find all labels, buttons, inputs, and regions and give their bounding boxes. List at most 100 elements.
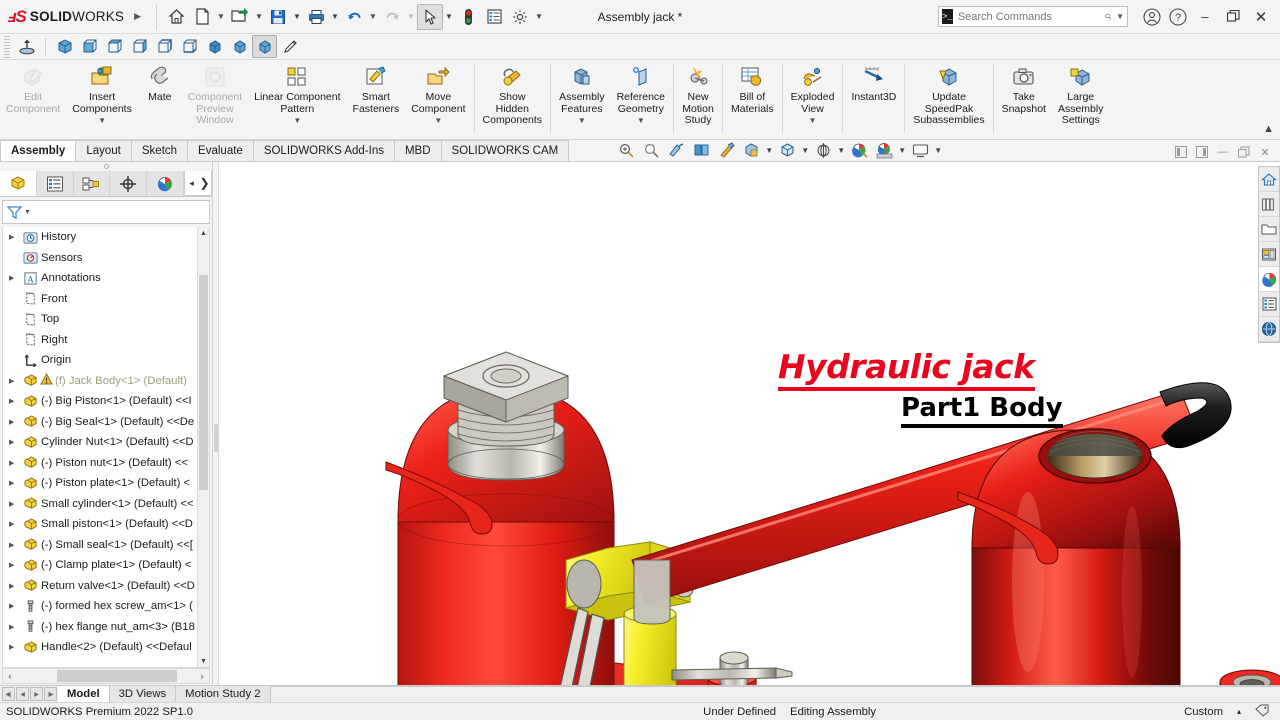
view-settings-icon[interactable] bbox=[811, 140, 835, 161]
graphics-area[interactable]: Hydraulic jack Part1 Body x y z *Dimetri… bbox=[213, 162, 1280, 685]
undo-icon[interactable] bbox=[341, 4, 367, 30]
tree-node[interactable]: ▶ Handle<2> (Default) <<Defaul bbox=[3, 637, 209, 658]
print-dropdown-caret[interactable]: ▼ bbox=[329, 4, 341, 30]
ribbon-mate-button[interactable]: Mate bbox=[138, 60, 182, 139]
tree-node[interactable]: Front bbox=[3, 289, 209, 310]
tree-node[interactable]: Sensors bbox=[3, 248, 209, 269]
tree-node[interactable]: ▶ A Annotations bbox=[3, 268, 209, 289]
appearances-scenes-icon[interactable] bbox=[1259, 267, 1279, 292]
tree-expand-arrow[interactable]: ▶ bbox=[9, 233, 21, 241]
units-label[interactable]: Custom bbox=[1184, 706, 1223, 718]
ribbon-move-component-button[interactable]: Move Component ▼ bbox=[405, 60, 471, 139]
panel-nav-next[interactable]: ❯ bbox=[198, 173, 211, 193]
tree-node[interactable]: ▶ Small piston<1> (Default) <<D bbox=[3, 514, 209, 535]
tab-sketch[interactable]: Sketch bbox=[130, 140, 189, 161]
tree-node[interactable]: ▶ History bbox=[3, 227, 209, 248]
tree-node[interactable]: ▶ (f) Jack Body<1> (Default) bbox=[3, 371, 209, 392]
tab-nav-0[interactable]: ◀| bbox=[2, 687, 15, 701]
solidworks-logo[interactable]: ⅎS SOLIDWORKS ▶ bbox=[0, 7, 150, 27]
jack-assembly-3d-model[interactable] bbox=[220, 162, 1280, 685]
ribbon-bill-of-materials-button[interactable]: Bill of Materials bbox=[725, 60, 780, 139]
tree-expand-arrow[interactable]: ▶ bbox=[9, 438, 21, 446]
zoom-to-area-icon[interactable] bbox=[639, 140, 663, 161]
shaded-cube-icon[interactable] bbox=[202, 35, 227, 58]
save-icon[interactable] bbox=[265, 4, 291, 30]
tree-node[interactable]: ▶ (-) formed hex screw_am<1> ( bbox=[3, 596, 209, 617]
dock-right-button[interactable] bbox=[1193, 143, 1211, 161]
section-view-icon[interactable] bbox=[664, 140, 688, 161]
ribbon-take-snapshot-button[interactable]: Take Snapshot bbox=[996, 60, 1052, 139]
tree-expand-arrow[interactable]: ▶ bbox=[9, 582, 21, 590]
ribbon-dropdown-caret[interactable]: ▼ bbox=[434, 116, 442, 125]
ribbon-dropdown-caret[interactable]: ▼ bbox=[578, 116, 586, 125]
home-icon[interactable] bbox=[163, 4, 189, 30]
panel-grip[interactable] bbox=[0, 162, 212, 171]
ribbon-assembly-features-button[interactable]: Assembly Features ▼ bbox=[553, 60, 611, 139]
configuration-manager-icon[interactable] bbox=[73, 171, 111, 196]
tab-mbd[interactable]: MBD bbox=[393, 140, 442, 161]
tree-expand-arrow[interactable]: ▶ bbox=[9, 459, 21, 467]
logo-expand-arrow[interactable]: ▶ bbox=[134, 11, 141, 22]
feature-tree-icon[interactable] bbox=[0, 171, 37, 196]
display-mode-cube-icon[interactable] bbox=[775, 140, 799, 161]
zoom-to-fit-icon[interactable] bbox=[614, 140, 638, 161]
top-view-icon[interactable] bbox=[102, 35, 127, 58]
tab-layout[interactable]: Layout bbox=[75, 140, 132, 161]
tree-expand-arrow[interactable]: ▶ bbox=[9, 520, 21, 528]
view-palette-icon[interactable] bbox=[1259, 242, 1279, 267]
display-mode-dropdown-caret[interactable]: ▼ bbox=[800, 140, 810, 161]
tree-node[interactable]: ▶ (-) Big Piston<1> (Default) <<I bbox=[3, 391, 209, 412]
ribbon-show-hidden-components-button[interactable]: Show Hidden Components bbox=[477, 60, 549, 139]
section-view-icon[interactable] bbox=[14, 35, 39, 58]
document-close-button[interactable]: ✕ bbox=[1256, 143, 1274, 161]
custom-properties-icon[interactable] bbox=[1259, 292, 1279, 317]
tree-expand-arrow[interactable]: ▶ bbox=[9, 541, 21, 549]
panel-nav-prev[interactable]: ◂ bbox=[185, 173, 198, 193]
3dexperience-icon[interactable] bbox=[1259, 317, 1279, 342]
tab-nav-1[interactable]: ◀ bbox=[16, 687, 29, 701]
new-document-dropdown-caret[interactable]: ▼ bbox=[215, 4, 227, 30]
ribbon-smart-fasteners-button[interactable]: Smart Fasteners bbox=[347, 60, 406, 139]
document-restore-button[interactable] bbox=[1235, 143, 1253, 161]
filter-dropdown-caret[interactable]: ▼ bbox=[24, 209, 31, 216]
ribbon-dropdown-caret[interactable]: ▼ bbox=[293, 116, 301, 125]
dimxpert-icon[interactable] bbox=[110, 171, 148, 196]
collapse-ribbon-icon[interactable]: ▲ bbox=[1263, 123, 1274, 135]
tree-expand-arrow[interactable]: ▶ bbox=[9, 397, 21, 405]
display-style-icon[interactable] bbox=[739, 140, 763, 161]
apply-scene-icon[interactable] bbox=[872, 140, 896, 161]
tree-expand-arrow[interactable]: ▶ bbox=[9, 377, 21, 385]
tab-nav-3[interactable]: |▶ bbox=[44, 687, 57, 701]
tree-node[interactable]: ▶ (-) Small seal<1> (Default) <<[ bbox=[3, 535, 209, 556]
save-dropdown-caret[interactable]: ▼ bbox=[291, 4, 303, 30]
view-orientation-icon[interactable] bbox=[689, 140, 713, 161]
tree-node[interactable]: ▶ (-) Piston plate<1> (Default) < bbox=[3, 473, 209, 494]
undo-dropdown-caret[interactable]: ▼ bbox=[367, 4, 379, 30]
tree-node[interactable]: ▶ (-) hex flange nut_am<3> (B18 bbox=[3, 617, 209, 638]
tree-scroll-thumb[interactable] bbox=[199, 275, 208, 490]
view-settings-dropdown-caret[interactable]: ▼ bbox=[836, 140, 846, 161]
ribbon-reference-geometry-button[interactable]: Reference Geometry ▼ bbox=[611, 60, 671, 139]
minimize-button[interactable]: – bbox=[1192, 4, 1218, 30]
dock-left-button[interactable] bbox=[1172, 143, 1190, 161]
isometric-view-icon[interactable] bbox=[52, 35, 77, 58]
gear-dropdown-caret[interactable]: ▼ bbox=[533, 4, 545, 30]
tree-filter-box[interactable]: ▼ bbox=[2, 200, 210, 224]
tree-node[interactable]: ▶ Small cylinder<1> (Default) << bbox=[3, 494, 209, 515]
toolbar-drag-handle[interactable] bbox=[4, 35, 10, 58]
ribbon-dropdown-caret[interactable]: ▼ bbox=[809, 116, 817, 125]
tree-scroll-up[interactable]: ▲ bbox=[198, 227, 209, 239]
tree-node[interactable]: Top bbox=[3, 309, 209, 330]
feature-tree[interactable]: ▶ History Sensors ▶ A Annotations Front Top Righ… bbox=[2, 227, 210, 668]
open-dropdown-caret[interactable]: ▼ bbox=[253, 4, 265, 30]
tab-solidworks-cam[interactable]: SOLIDWORKS CAM bbox=[440, 140, 570, 161]
user-account-icon[interactable] bbox=[1140, 5, 1164, 29]
select-dropdown-caret[interactable]: ▼ bbox=[443, 4, 455, 30]
tree-expand-arrow[interactable]: ▶ bbox=[9, 274, 21, 282]
options-list-icon[interactable] bbox=[481, 4, 507, 30]
display-manager-icon[interactable] bbox=[147, 171, 184, 196]
ribbon-linear-component-pattern-button[interactable]: Linear Component Pattern ▼ bbox=[248, 60, 346, 139]
open-folder-icon[interactable] bbox=[227, 4, 253, 30]
rebuild-icon[interactable] bbox=[455, 4, 481, 30]
tree-expand-arrow[interactable]: ▶ bbox=[9, 418, 21, 426]
